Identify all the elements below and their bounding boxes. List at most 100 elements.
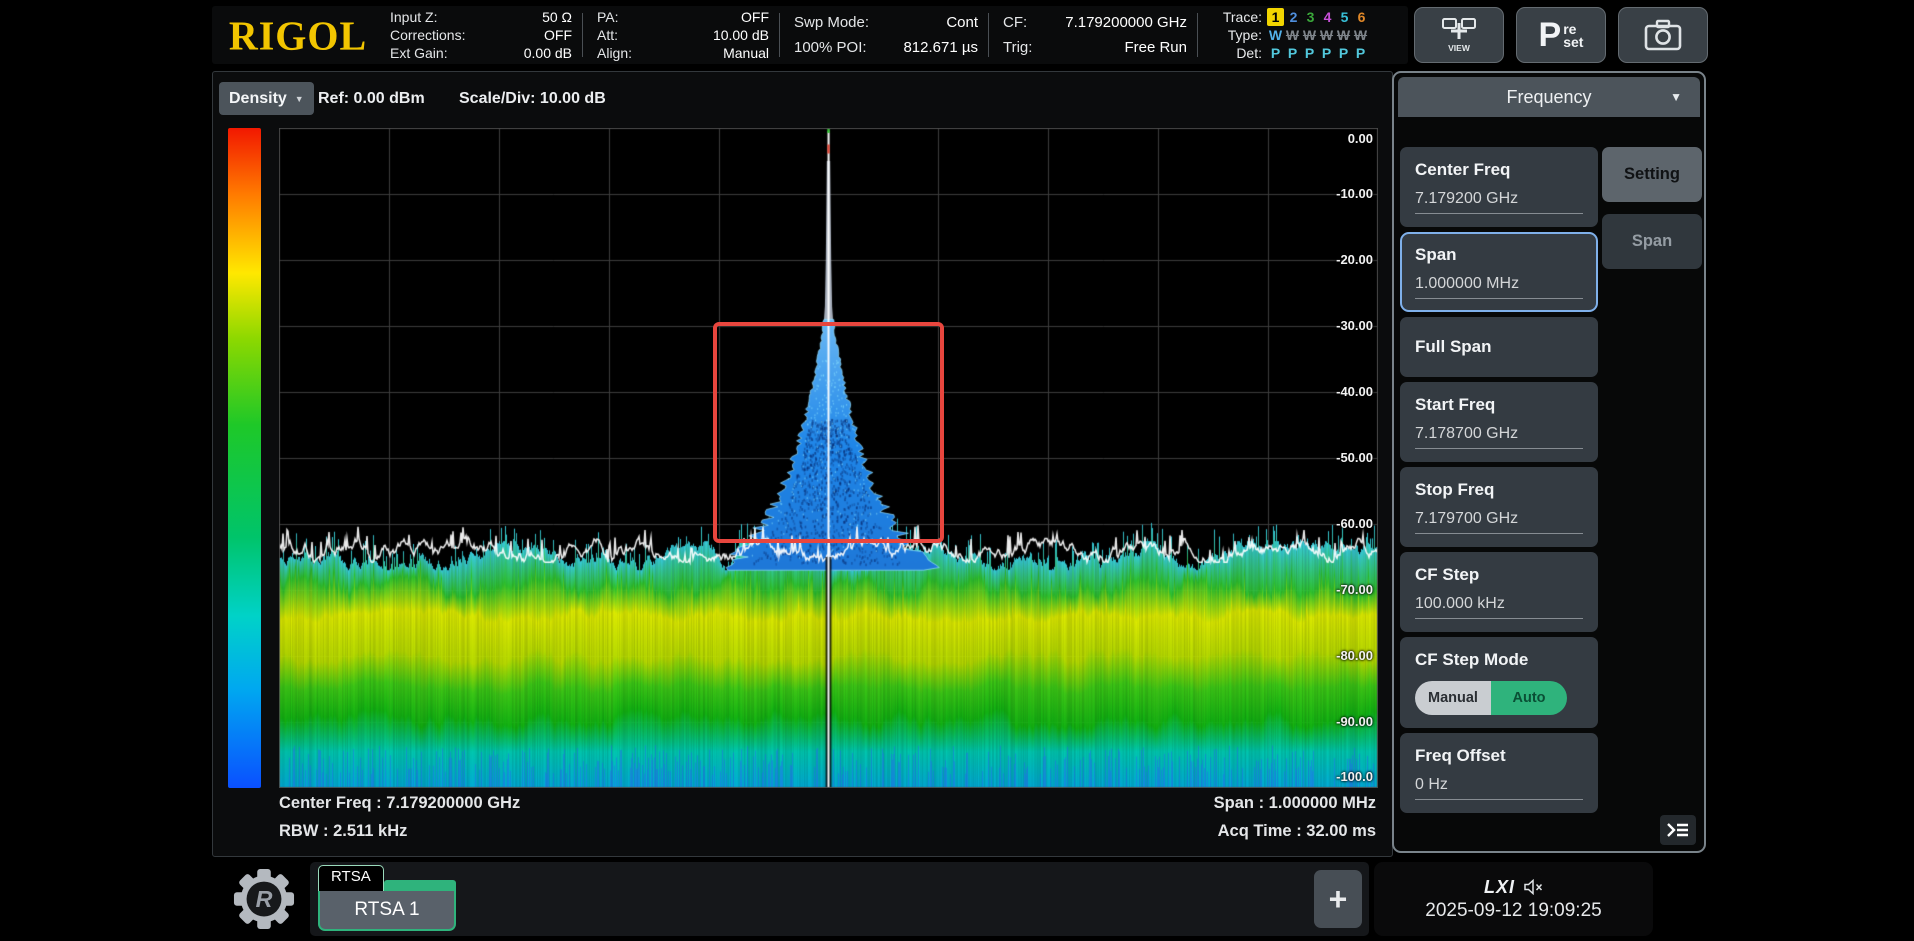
app-tab-label[interactable]: RTSA 1: [318, 891, 456, 931]
menu-collapse-button[interactable]: [1660, 815, 1696, 845]
rbw-annotation: RBW : 2.511 kHz: [279, 822, 407, 841]
y-tick: -90.00: [1336, 714, 1373, 729]
swp-mode-label: Swp Mode:: [794, 11, 869, 35]
poi-row: 100% POI: 812.671 µs: [794, 36, 978, 60]
trig-row: Trig:Free Run: [1003, 36, 1187, 60]
preset-icon: P re set: [1539, 20, 1584, 50]
det-6: P: [1352, 44, 1369, 62]
type-2: W: [1284, 26, 1301, 44]
pa-value: OFF: [741, 9, 769, 26]
y-tick: 0.00: [1348, 131, 1373, 146]
preset-button[interactable]: P re set: [1516, 7, 1606, 63]
menu-item-cf-step[interactable]: CF Step 100.000 kHz: [1400, 552, 1598, 632]
trace-5[interactable]: 5: [1336, 8, 1353, 26]
multi-view-button[interactable]: VIEW: [1414, 7, 1504, 63]
spectrum-plot[interactable]: 0.00 -10.00 -20.00 -30.00 -40.00 -50.00 …: [279, 128, 1378, 788]
y-tick: -30.00: [1336, 318, 1373, 333]
type-4: W: [1318, 26, 1335, 44]
screenshot-button[interactable]: [1618, 7, 1708, 63]
toolbar-buttons: VIEW P re set: [1414, 6, 1708, 64]
svg-text:VIEW: VIEW: [1448, 43, 1471, 53]
type-1: W: [1267, 26, 1284, 44]
y-tick: -20.00: [1336, 252, 1373, 267]
sweep-column: Swp Mode: Cont 100% POI: 812.671 µs: [780, 6, 978, 64]
det-5: P: [1335, 44, 1352, 62]
input-z-row: Input Z: 50 Ω: [390, 9, 572, 26]
chevron-down-icon: ▼: [295, 94, 304, 104]
y-tick: -40.00: [1336, 384, 1373, 399]
rtsa-app-tab[interactable]: RTSA RTSA 1: [318, 865, 456, 931]
trace-2[interactable]: 2: [1285, 8, 1302, 26]
align-value: Manual: [723, 45, 769, 62]
det-row: Det: P P P P P P: [1214, 44, 1370, 62]
chevron-down-icon: ▼: [1670, 90, 1682, 104]
trace-status-block[interactable]: Trace: 1 2 3 4 5 6 Type: W W W W W W Det…: [1214, 6, 1370, 64]
input-z-value: 50 Ω: [542, 9, 572, 26]
tab-setting[interactable]: Setting: [1602, 147, 1702, 202]
status-clock-panel[interactable]: LXI 2025-09-12 19:09:25: [1374, 862, 1653, 936]
pa-row: PA: OFF: [597, 9, 769, 26]
det-1: P: [1267, 44, 1284, 62]
menu-header-label: Frequency: [1506, 87, 1591, 108]
att-label: Att:: [597, 27, 618, 44]
scale-div-readout: Scale/Div: 10.00 dB: [459, 90, 606, 108]
input-z-label: Input Z:: [390, 9, 437, 26]
align-label: Align:: [597, 45, 632, 62]
trace-6[interactable]: 6: [1353, 8, 1370, 26]
menu-item-freq-offset[interactable]: Freq Offset 0 Hz: [1400, 733, 1598, 813]
type-6: W: [1352, 26, 1369, 44]
type-5: W: [1335, 26, 1352, 44]
center-freq-annotation: Center Freq : 7.179200000 GHz: [279, 794, 520, 813]
swp-mode-row: Swp Mode: Cont: [794, 11, 978, 35]
menu-item-span[interactable]: Span 1.000000 MHz: [1400, 232, 1598, 312]
svg-text:R: R: [256, 886, 273, 912]
amp-settings-column: PA: OFF Att:10.00 dB Align: Manual: [583, 6, 769, 64]
pa-label: PA:: [597, 9, 619, 26]
y-tick: -70.00: [1336, 582, 1373, 597]
y-tick: -60.00: [1336, 516, 1373, 531]
y-tick: -10.00: [1336, 186, 1373, 201]
cf-trig-column: CF:7.179200000 GHz Trig:Free Run: [989, 6, 1187, 64]
acq-time-annotation: Acq Time : 32.00 ms: [1218, 822, 1376, 841]
menu-item-full-span[interactable]: Full Span: [1400, 317, 1598, 377]
poi-label: 100% POI:: [794, 36, 867, 60]
menu-header-dropdown[interactable]: Frequency ▼: [1398, 77, 1700, 117]
corrections-value: OFF: [544, 27, 572, 44]
menu-item-center-freq[interactable]: Center Freq 7.179200 GHz: [1400, 147, 1598, 227]
trace-3[interactable]: 3: [1302, 8, 1319, 26]
menu-item-cf-step-mode[interactable]: CF Step Mode Manual Auto: [1400, 637, 1598, 728]
poi-value: 812.671 µs: [903, 36, 978, 60]
cf-step-mode-toggle[interactable]: Manual Auto: [1415, 681, 1567, 715]
swp-mode-value: Cont: [946, 11, 978, 35]
zoom-region-box[interactable]: [713, 322, 944, 543]
collapse-menu-icon: [1666, 821, 1690, 839]
type-label: Type:: [1214, 26, 1262, 44]
tab-span[interactable]: Span: [1602, 214, 1702, 269]
toggle-option-auto[interactable]: Auto: [1491, 681, 1567, 715]
app-tab-strip: RTSA RTSA 1 +: [310, 862, 1369, 936]
gear-icon: R: [233, 868, 295, 930]
lxi-logo: LXI: [1484, 877, 1515, 898]
cf-value: 7.179200000 GHz: [1065, 11, 1187, 35]
menu-item-start-freq[interactable]: Start Freq 7.178700 GHz: [1400, 382, 1598, 462]
trace-row: Trace: 1 2 3 4 5 6: [1214, 8, 1370, 26]
type-row: Type: W W W W W W: [1214, 26, 1370, 44]
trace-1[interactable]: 1: [1267, 8, 1284, 26]
display-mode-label: Density: [229, 90, 287, 108]
trace-4[interactable]: 4: [1319, 8, 1336, 26]
ext-gain-label: Ext Gain:: [390, 45, 448, 62]
add-app-button[interactable]: +: [1314, 870, 1362, 928]
align-row: Align: Manual: [597, 45, 769, 62]
density-colorbar: [228, 128, 261, 788]
toggle-option-manual[interactable]: Manual: [1415, 681, 1491, 715]
multi-view-icon: VIEW: [1438, 16, 1480, 54]
speaker-muted-icon: [1523, 879, 1543, 895]
input-settings-column: Input Z:50 Ω Corrections:OFF Ext Gain:0.…: [384, 6, 572, 64]
span-annotation: Span : 1.000000 MHz: [1214, 794, 1376, 813]
ref-level-readout: Ref: 0.00 dBm: [318, 90, 425, 108]
display-mode-dropdown[interactable]: Density ▼: [219, 82, 314, 115]
type-3: W: [1301, 26, 1318, 44]
system-menu-button[interactable]: R: [224, 864, 304, 934]
menu-item-stop-freq[interactable]: Stop Freq 7.179700 GHz: [1400, 467, 1598, 547]
att-row: Att:10.00 dB: [597, 27, 769, 44]
